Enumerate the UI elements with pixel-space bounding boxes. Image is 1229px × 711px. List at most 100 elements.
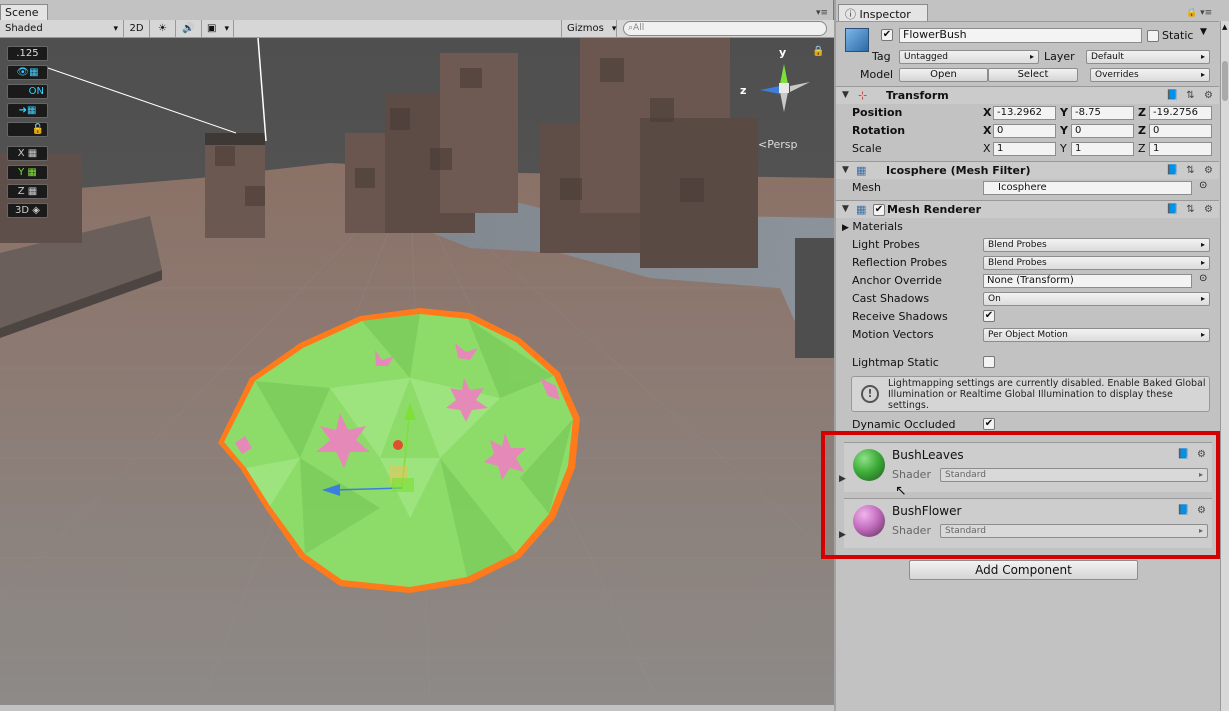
material-preview-sphere — [853, 449, 885, 481]
scale-x-field[interactable]: 1 — [993, 142, 1056, 156]
object-picker-icon[interactable]: ⊙ — [1199, 273, 1207, 284]
scale-z-axis: Z — [1138, 142, 1146, 155]
fold-right-icon[interactable]: ▶ — [839, 530, 846, 540]
material-preview-sphere — [853, 505, 885, 537]
active-checkbox[interactable]: ✔ — [881, 29, 893, 41]
move-snap-toggle[interactable]: ➜▦ — [7, 103, 48, 118]
preset-icon[interactable]: ⇅ — [1184, 164, 1197, 176]
tab-inspector[interactable]: ⓘ Inspector — [838, 4, 928, 21]
add-component-button[interactable]: Add Component — [909, 560, 1138, 580]
light-probes-dropdown[interactable]: Blend Probes — [983, 238, 1210, 252]
gear-icon[interactable]: ⚙ — [1195, 448, 1208, 460]
info-icon: ! — [861, 385, 879, 403]
reflection-probes-dropdown[interactable]: Blend Probes — [983, 256, 1210, 270]
snap-value-field[interactable]: .125 — [7, 46, 48, 61]
overrides-dropdown[interactable]: Overrides — [1090, 68, 1210, 82]
gear-icon[interactable]: ⚙ — [1202, 203, 1215, 215]
snap-on-toggle[interactable]: ON — [7, 84, 48, 99]
scene-search-input[interactable]: ⌕All — [623, 21, 827, 36]
projection-toggle[interactable]: <Persp — [758, 138, 797, 151]
mesh-renderer-header[interactable]: ▼ ▦ ✔ Mesh Renderer 📘 ⇅ ⚙ — [836, 200, 1219, 218]
help-book-icon[interactable]: 📘 — [1166, 89, 1179, 101]
gizmos-dropdown[interactable]: Gizmos — [561, 20, 617, 37]
motion-vectors-dropdown[interactable]: Per Object Motion — [983, 328, 1210, 342]
tag-dropdown[interactable]: Untagged — [899, 50, 1039, 64]
mesh-renderer-enabled-checkbox[interactable]: ✔ — [873, 204, 885, 216]
mouse-cursor-icon: ↖ — [895, 483, 907, 499]
scale-y-field[interactable]: 1 — [1071, 142, 1134, 156]
y-axis-label: Y — [18, 167, 25, 178]
audio-toggle-icon[interactable]: 🔊 — [176, 20, 202, 37]
position-label: Position — [852, 106, 903, 119]
help-book-icon[interactable]: 📘 — [1166, 164, 1179, 176]
rotation-y-field[interactable]: 0 — [1071, 124, 1134, 138]
layer-label: Layer — [1044, 50, 1075, 63]
panel-menu-icon[interactable]: ▾≡ — [816, 8, 828, 18]
dynamic-occluded-checkbox[interactable]: ✔ — [983, 418, 995, 430]
lock-snap-toggle[interactable]: 🔓 — [7, 122, 48, 137]
preset-icon[interactable]: ⇅ — [1184, 89, 1197, 101]
lightmap-static-checkbox[interactable] — [983, 356, 995, 368]
snap-value: .125 — [16, 48, 39, 59]
gear-icon[interactable]: ⚙ — [1202, 89, 1215, 101]
help-book-icon[interactable]: 📘 — [1166, 203, 1179, 215]
gear-icon[interactable]: ⚙ — [1195, 504, 1208, 516]
help-book-icon[interactable]: 📘 — [1177, 448, 1190, 460]
fold-right-icon[interactable]: ▶ — [839, 474, 846, 484]
scroll-thumb[interactable] — [1222, 61, 1228, 101]
snap-on-label: ON — [28, 86, 44, 97]
orientation-gizmo[interactable]: y z <Persp — [740, 46, 822, 151]
shading-mode-dropdown[interactable]: Shaded — [0, 20, 124, 37]
projection-label: Persp — [767, 138, 798, 151]
position-y-axis: Y — [1060, 106, 1068, 119]
anchor-override-field[interactable]: None (Transform) — [983, 274, 1192, 288]
lock-icon[interactable]: 🔒 — [812, 46, 824, 57]
rotation-x-field[interactable]: 0 — [993, 124, 1056, 138]
rotation-label: Rotation — [852, 124, 906, 137]
effects-dropdown-icon[interactable]: ▣ — [202, 20, 234, 37]
rotation-z-field[interactable]: 0 — [1149, 124, 1212, 138]
position-x-field[interactable]: -13.2962 — [993, 106, 1056, 120]
object-picker-icon[interactable]: ⊙ — [1199, 180, 1207, 191]
inspector-scrollbar[interactable]: ▲ — [1220, 21, 1229, 711]
preset-icon[interactable]: ⇅ — [1184, 203, 1197, 215]
3d-grid-toggle[interactable]: 3D ◈ — [7, 203, 48, 218]
position-z-field[interactable]: -19.2756 — [1149, 106, 1212, 120]
transform-header[interactable]: ▼ ⊹ Transform 📘 ⇅ ⚙ — [836, 86, 1219, 104]
static-dropdown-icon[interactable]: ▼ — [1200, 27, 1207, 37]
scroll-up-icon[interactable]: ▲ — [1222, 23, 1228, 33]
visibility-grid-toggle[interactable]: 👁▦ — [7, 65, 48, 80]
open-button[interactable]: Open — [899, 68, 988, 82]
shader-dropdown[interactable]: Standard — [940, 468, 1208, 482]
object-name-field[interactable]: FlowerBush — [899, 28, 1142, 43]
material-bushflower[interactable]: BushFlower Shader Standard 📘 ⚙ ▶ — [839, 498, 1212, 548]
help-book-icon[interactable]: 📘 — [1177, 504, 1190, 516]
materials-foldout[interactable]: ▶ Materials — [842, 220, 903, 233]
receive-shadows-checkbox[interactable]: ✔ — [983, 310, 995, 322]
tab-scene[interactable]: Scene — [0, 4, 48, 21]
shader-dropdown[interactable]: Standard — [940, 524, 1208, 538]
layer-dropdown[interactable]: Default — [1086, 50, 1210, 64]
3d-label: 3D — [15, 205, 30, 216]
scale-z-field[interactable]: 1 — [1149, 142, 1212, 156]
gear-icon[interactable]: ⚙ — [1202, 164, 1215, 176]
cast-shadows-dropdown[interactable]: On — [983, 292, 1210, 306]
cube-icon — [845, 28, 869, 52]
mesh-field[interactable]: Icosphere — [983, 181, 1192, 195]
x-axis-grid-toggle[interactable]: X ▦ — [7, 146, 48, 161]
scene-viewport[interactable]: y z <Persp 🔒 .125 👁▦ ON ➜▦ 🔓 X ▦ Y ▦ Z ▦… — [0, 38, 834, 705]
static-checkbox[interactable] — [1147, 30, 1159, 42]
y-axis-grid-toggle[interactable]: Y ▦ — [7, 165, 48, 180]
scale-label: Scale — [852, 142, 882, 155]
cast-shadows-label: Cast Shadows — [852, 292, 930, 305]
toggle-2d-button[interactable]: 2D — [124, 20, 150, 37]
search-placeholder: All — [633, 23, 645, 33]
fold-right-icon: ▶ — [842, 223, 849, 233]
select-button[interactable]: Select — [988, 68, 1078, 82]
lighting-toggle-icon[interactable]: ☀ — [150, 20, 176, 37]
mesh-filter-header[interactable]: ▼ ▦ Icosphere (Mesh Filter) 📘 ⇅ ⚙ — [836, 161, 1219, 179]
z-axis-grid-toggle[interactable]: Z ▦ — [7, 184, 48, 199]
gizmos-label: Gizmos — [567, 23, 604, 34]
inspector-lock-menu-icon[interactable]: 🔒 ▾≡ — [1186, 8, 1212, 18]
position-y-field[interactable]: -8.75 — [1071, 106, 1134, 120]
